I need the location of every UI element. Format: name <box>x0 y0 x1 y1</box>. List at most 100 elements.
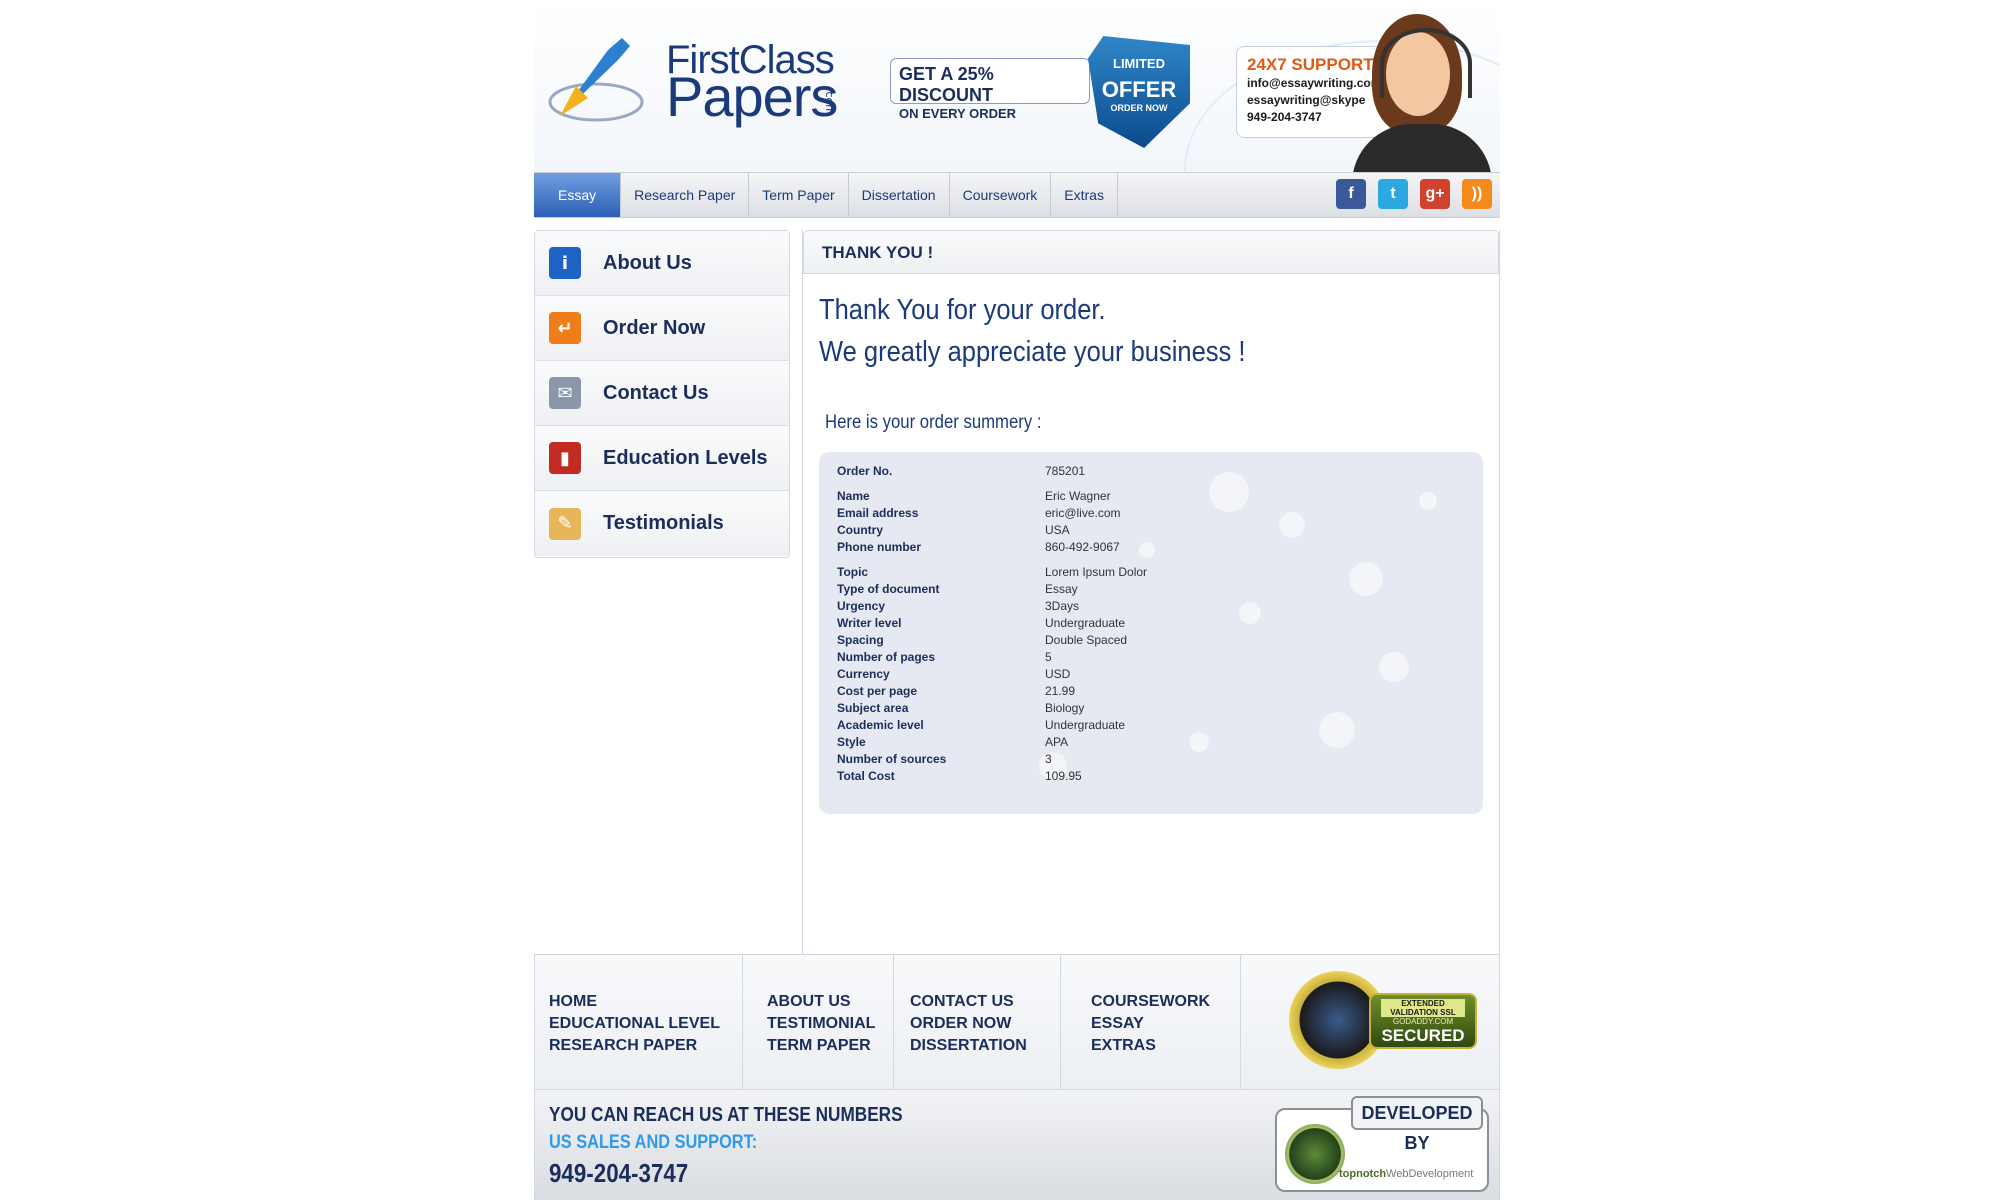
footer-column: HOME EDUCATIONAL LEVEL RESEARCH PAPER <box>535 955 743 1089</box>
order-summary-panel: Order No. 785201 Name Eric Wagner Email addr… <box>819 452 1483 814</box>
order-field-label: Country <box>837 523 883 537</box>
nav-tab-extras[interactable]: Extras <box>1051 173 1118 217</box>
order-field-label: Name <box>837 489 870 503</box>
footer-link-extras[interactable]: EXTRAS <box>1091 1035 1240 1057</box>
order-row: Name Eric Wagner <box>837 489 1147 506</box>
book-icon: ▮ <box>549 442 581 474</box>
order-field-label: Number of sources <box>837 752 947 766</box>
nav-tabs: Essay Research Paper Term Paper Dissertatio… <box>534 173 1118 217</box>
order-row: Urgency 3Days <box>837 599 1147 616</box>
bokeh-dot <box>1349 562 1383 596</box>
nav-tab-term-paper[interactable]: Term Paper <box>749 173 849 217</box>
footer-link-essay[interactable]: ESSAY <box>1091 1013 1240 1035</box>
footer-link-educational-level[interactable]: EDUCATIONAL LEVEL <box>549 1013 742 1035</box>
nav-tab-dissertation[interactable]: Dissertation <box>849 173 950 217</box>
sales-support-label: US SALES AND SUPPORT: <box>549 1132 758 1153</box>
order-field-value: Double Spaced <box>1045 633 1128 647</box>
footer-link-contact-us[interactable]: CONTACT US <box>910 991 1060 1013</box>
headset-icon <box>1380 28 1472 98</box>
order-field-value: 109.95 <box>1045 769 1082 783</box>
sidebar-item-testimonials[interactable]: ✎ Testimonials <box>535 491 789 556</box>
sidebar-item-contact-us[interactable]: ✉ Contact Us <box>535 361 789 426</box>
limited-offer-shield[interactable]: LIMITED OFFER ORDER NOW <box>1088 36 1190 148</box>
footer-link-order-now[interactable]: ORDER NOW <box>910 1013 1060 1035</box>
pen-nib-icon <box>548 38 644 122</box>
order-row: Country USA <box>837 523 1147 540</box>
sidebar-item-education-levels[interactable]: ▮ Education Levels <box>535 426 789 491</box>
ssl-badge-label: EXTENDED VALIDATION SSL GODADDY.COM SECU… <box>1369 993 1477 1049</box>
footer-link-testimonial[interactable]: TESTIMONIAL <box>767 1013 893 1035</box>
order-field-value: 785201 <box>1045 464 1086 478</box>
sales-phone: 949-204-3747 <box>549 1158 689 1188</box>
order-row: Number of sources 3 <box>837 752 1147 769</box>
order-row: Academic level Undergraduate <box>837 718 1147 735</box>
bokeh-dot <box>1189 732 1209 752</box>
footer-link-about-us[interactable]: ABOUT US <box>767 991 893 1013</box>
twitter-icon[interactable]: t <box>1378 179 1408 209</box>
summary-label: Here is your order summery : <box>825 412 1042 433</box>
facebook-icon[interactable]: f <box>1336 179 1366 209</box>
footer-links: HOME EDUCATIONAL LEVEL RESEARCH PAPER ABOU… <box>534 954 1500 1090</box>
sidebar-item-label: About Us <box>603 251 692 274</box>
agent-body <box>1352 124 1492 172</box>
promo-subline: ON EVERY ORDER <box>899 106 1017 121</box>
order-icon: ↵ <box>549 312 581 344</box>
contact-book-icon: ✉ <box>549 377 581 409</box>
order-field-label: Subject area <box>837 701 909 715</box>
order-rows: Order No. 785201 Name Eric Wagner Email addr… <box>837 464 1147 786</box>
site-logo[interactable]: FirstClass Papers .com <box>548 32 848 132</box>
google-plus-icon[interactable]: g+ <box>1420 179 1450 209</box>
order-row: Phone number 860-492-9067 <box>837 540 1147 557</box>
dev-name-suffix: WebDevelopment <box>1386 1168 1474 1180</box>
order-field-label: Number of pages <box>837 650 936 664</box>
bokeh-dot <box>1239 602 1261 624</box>
order-row: Currency USD <box>837 667 1147 684</box>
order-field-value: USD <box>1045 667 1071 681</box>
rss-icon[interactable]: )) <box>1462 179 1492 209</box>
order-field-value: 21.99 <box>1045 684 1076 698</box>
sidebar-item-about-us[interactable]: i About Us <box>535 231 789 296</box>
order-field-value: Undergraduate <box>1045 616 1126 630</box>
order-field-label: Type of document <box>837 582 940 596</box>
order-field-value: Lorem Ipsum Dolor <box>1045 565 1148 579</box>
dev-name-main: topnotch <box>1339 1168 1387 1180</box>
nav-tab-essay[interactable]: Essay <box>534 173 622 217</box>
developer-logo-icon <box>1285 1124 1345 1184</box>
sidebar-menu: i About Us ↵ Order Now ✉ Contact Us ▮ Education… <box>534 230 790 558</box>
ssl-secured-badge[interactable]: EXTENDED VALIDATION SSL GODADDY.COM SECU… <box>1289 971 1479 1071</box>
footer-link-term-paper[interactable]: TERM PAPER <box>767 1035 893 1057</box>
nav-tab-research-paper[interactable]: Research Paper <box>621 173 750 217</box>
footer-link-coursework[interactable]: COURSEWORK <box>1091 991 1240 1013</box>
developer-name: topnotchWebDevelopment <box>1339 1168 1473 1180</box>
badge-provider: GODADDY.COM <box>1392 1017 1454 1026</box>
badge-secured: SECURED <box>1381 1026 1465 1045</box>
developed-by-label: DEVELOPED BY <box>1351 1096 1483 1153</box>
discount-promo[interactable]: GET A 25% DISCOUNT ON EVERY ORDER <box>890 58 1090 121</box>
page-container: FirstClass Papers .com GET A 25% DISCOUN… <box>534 0 1500 1200</box>
order-row: Subject area Biology <box>837 701 1147 718</box>
bokeh-dot <box>1319 712 1355 748</box>
order-row: Total Cost 109.95 <box>837 769 1147 786</box>
social-icons: f t g+)) <box>1336 179 1492 209</box>
footer-link-research-paper[interactable]: RESEARCH PAPER <box>549 1035 742 1057</box>
badge-validation: EXTENDED VALIDATION SSL <box>1381 999 1465 1017</box>
footer-link-dissertation[interactable]: DISSERTATION <box>910 1035 1060 1057</box>
order-field-value: Essay <box>1045 582 1078 596</box>
order-row: Topic Lorem Ipsum Dolor <box>837 565 1147 582</box>
sidebar-item-label: Order Now <box>603 316 706 339</box>
notepad-icon: ✎ <box>549 507 581 540</box>
logo-suffix: .com <box>823 88 836 115</box>
bokeh-dot <box>1209 472 1249 512</box>
order-field-value: 3 <box>1045 752 1052 766</box>
footer-link-home[interactable]: HOME <box>549 991 742 1013</box>
order-field-label: Order No. <box>837 464 893 478</box>
order-field-label: Currency <box>837 667 890 681</box>
sidebar-item-label: Contact Us <box>603 381 709 404</box>
order-row: Spacing Double Spaced <box>837 633 1147 650</box>
sidebar-item-label: Education Levels <box>603 446 768 469</box>
nav-tab-coursework[interactable]: Coursework <box>950 173 1052 217</box>
developer-credit[interactable]: DEVELOPED BY topnotchWebDevelopment <box>1275 1096 1489 1192</box>
sidebar-item-order-now[interactable]: ↵ Order Now <box>535 296 789 361</box>
bokeh-dot <box>1279 512 1305 538</box>
contact-strip: YOU CAN REACH US AT THESE NUMBERS US SAL… <box>534 1090 1500 1200</box>
